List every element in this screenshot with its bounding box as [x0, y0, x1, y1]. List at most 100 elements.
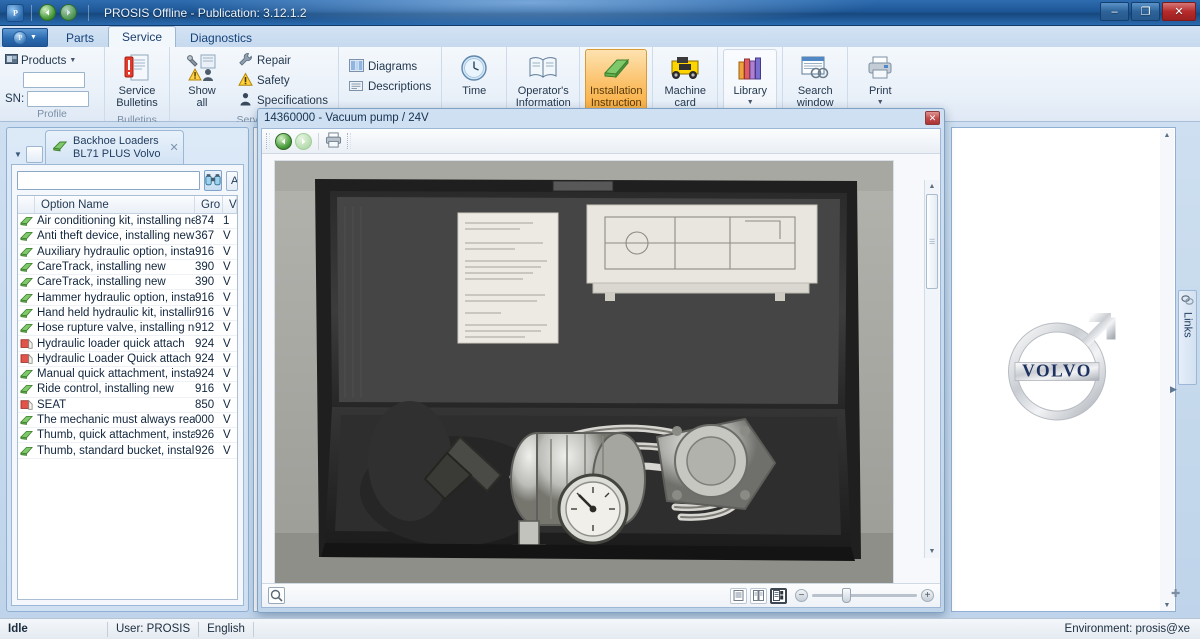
titlebar-divider [31, 5, 32, 21]
tab-list-dropdown-button[interactable]: ▼ [11, 147, 25, 162]
installation-instruction-button[interactable]: Installation Instruction [585, 49, 647, 113]
service-bulletins-button[interactable]: Service Bulletins [110, 49, 164, 113]
tab-diagnostics[interactable]: Diagnostics [176, 27, 266, 47]
right-panel-scrollbar[interactable]: ▲ ▼ [1160, 129, 1174, 612]
library-button[interactable]: Library ▼ [723, 49, 777, 113]
option-name: SEAT [35, 399, 195, 411]
option-v: V [223, 383, 237, 395]
table-row[interactable]: Hydraulic loader quick attach924V [18, 336, 237, 351]
machine-card-button[interactable]: Machine card [658, 49, 712, 113]
zoom-plus-corner-icon[interactable]: ✚ [1171, 587, 1180, 600]
search-input[interactable] [17, 171, 200, 190]
minimize-button[interactable]: – [1100, 2, 1129, 21]
descriptions-label: Descriptions [368, 81, 431, 93]
toolbar-grip-2[interactable] [347, 133, 351, 149]
doc-scroll-up-arrow[interactable]: ▲ [925, 180, 939, 193]
warning-triangle-icon [238, 72, 253, 90]
option-v: V [223, 322, 237, 334]
descriptions-button[interactable]: Descriptions [344, 77, 436, 97]
show-all-button[interactable]: Show all [175, 49, 229, 113]
diagrams-button[interactable]: Diagrams [344, 57, 436, 77]
table-row[interactable]: CareTrack, installing new390V [18, 260, 237, 275]
table-row[interactable]: Hose rupture valve, installing new912V [18, 321, 237, 336]
new-tab-button[interactable] [26, 146, 43, 163]
green-book-icon [18, 307, 35, 319]
option-name: Hydraulic loader quick attach [35, 338, 195, 350]
toolbar-grip[interactable] [266, 133, 270, 149]
table-row[interactable]: SEAT850V [18, 398, 237, 413]
print-button[interactable]: Print ▼ [853, 49, 907, 113]
window-controls: – ❐ ✕ [1100, 2, 1196, 21]
maximize-restore-button[interactable]: ❐ [1131, 2, 1160, 21]
green-book-icon [18, 383, 35, 395]
table-row[interactable]: CareTrack, installing new390V [18, 275, 237, 290]
table-row[interactable]: Manual quick attachment, installing new9… [18, 367, 237, 382]
back-arrow-icon[interactable] [39, 4, 56, 21]
product-input[interactable] [23, 72, 85, 88]
thumbnail-view-button[interactable] [770, 588, 787, 604]
green-book-icon [18, 276, 35, 288]
table-row[interactable]: Hand held hydraulic kit, installing new9… [18, 306, 237, 321]
safety-label: Safety [257, 75, 290, 87]
forward-arrow-icon[interactable] [60, 4, 77, 21]
safety-button[interactable]: Safety [233, 71, 333, 91]
column-header-v[interactable]: V [223, 196, 237, 213]
close-icon[interactable]: ✕ [169, 141, 178, 154]
search-window-button[interactable]: Search window [788, 49, 842, 113]
doc-scrollbar-thumb[interactable]: ☰ [926, 194, 938, 289]
products-selector[interactable]: Products ▼ [5, 52, 76, 69]
specifications-label: Specifications [257, 95, 328, 107]
column-header-group[interactable]: Gro [195, 196, 223, 213]
document-image [274, 160, 894, 583]
close-button[interactable]: ✕ [1162, 2, 1196, 21]
search-button[interactable] [204, 170, 222, 191]
tab-parts[interactable]: Parts [52, 27, 108, 47]
scroll-up-arrow-right[interactable]: ▲ [1160, 129, 1174, 142]
two-page-view-button[interactable] [750, 588, 767, 604]
table-row[interactable]: Thumb, quick attachment, installing new9… [18, 428, 237, 443]
application-menu-button[interactable]: P ▼ [2, 28, 48, 47]
doc-forward-button[interactable] [295, 133, 312, 150]
titlebar-divider-2 [88, 5, 89, 21]
table-row[interactable]: Anti theft device, installing new367V [18, 229, 237, 244]
repair-button[interactable]: Repair [233, 51, 333, 71]
operators-information-button[interactable]: Operator's Information [512, 49, 574, 113]
document-status-toolbar: − + [262, 583, 940, 607]
scroll-down-arrow-right[interactable]: ▼ [1160, 599, 1174, 612]
machine-card-label: Machine card [664, 85, 706, 109]
zoom-in-icon[interactable]: + [921, 589, 934, 602]
links-panel-right[interactable]: Links [1178, 290, 1197, 385]
column-header-icon[interactable] [18, 196, 35, 213]
doc-scroll-down-arrow[interactable]: ▼ [925, 545, 939, 558]
doc-back-button[interactable] [275, 133, 292, 150]
magnifier-icon[interactable] [268, 587, 285, 604]
language-filter-dropdown[interactable]: All languages [226, 171, 238, 191]
chevron-down-icon[interactable]: ▼ [69, 57, 76, 64]
table-row[interactable]: Air conditioning kit, installing new8741 [18, 214, 237, 229]
column-header-option-name[interactable]: Option Name [35, 196, 195, 213]
table-row[interactable]: Hammer hydraulic option, installing new9… [18, 290, 237, 305]
table-row[interactable]: Hydraulic Loader Quick attach924V [18, 352, 237, 367]
volvo-logo-panel: VOLVO ▲ ▼ [951, 127, 1176, 612]
document-image-scrollbar[interactable]: ▲ ☰ ▼ [924, 180, 939, 558]
table-row[interactable]: Thumb, standard bucket, installing new92… [18, 443, 237, 458]
machine-tab[interactable]: Backhoe Loaders BL71 PLUS Volvo ✕ [45, 130, 184, 164]
zoom-out-icon[interactable]: − [795, 589, 808, 602]
panel-expander-right[interactable]: ▶ [1170, 384, 1177, 395]
tab-service[interactable]: Service [108, 26, 176, 47]
zoom-slider-thumb[interactable] [842, 588, 851, 603]
links-label-right: Links [1182, 312, 1194, 338]
service-small-buttons: Repair Safety [233, 49, 333, 111]
time-button[interactable]: Time [447, 49, 501, 101]
single-page-view-button[interactable] [730, 588, 747, 604]
doc-print-button[interactable] [325, 132, 342, 151]
show-all-label: Show all [188, 85, 216, 109]
option-name: Auxiliary hydraulic option, installing n… [35, 246, 195, 258]
zoom-slider-track[interactable] [812, 594, 917, 597]
table-row[interactable]: Auxiliary hydraulic option, installing n… [18, 245, 237, 260]
table-row[interactable]: The mechanic must always read the inst00… [18, 413, 237, 428]
sn-input[interactable] [27, 91, 89, 107]
child-window-close-button[interactable]: ✕ [925, 111, 940, 125]
option-name: Hydraulic Loader Quick attach [35, 353, 195, 365]
table-row[interactable]: Ride control, installing new916V [18, 382, 237, 397]
